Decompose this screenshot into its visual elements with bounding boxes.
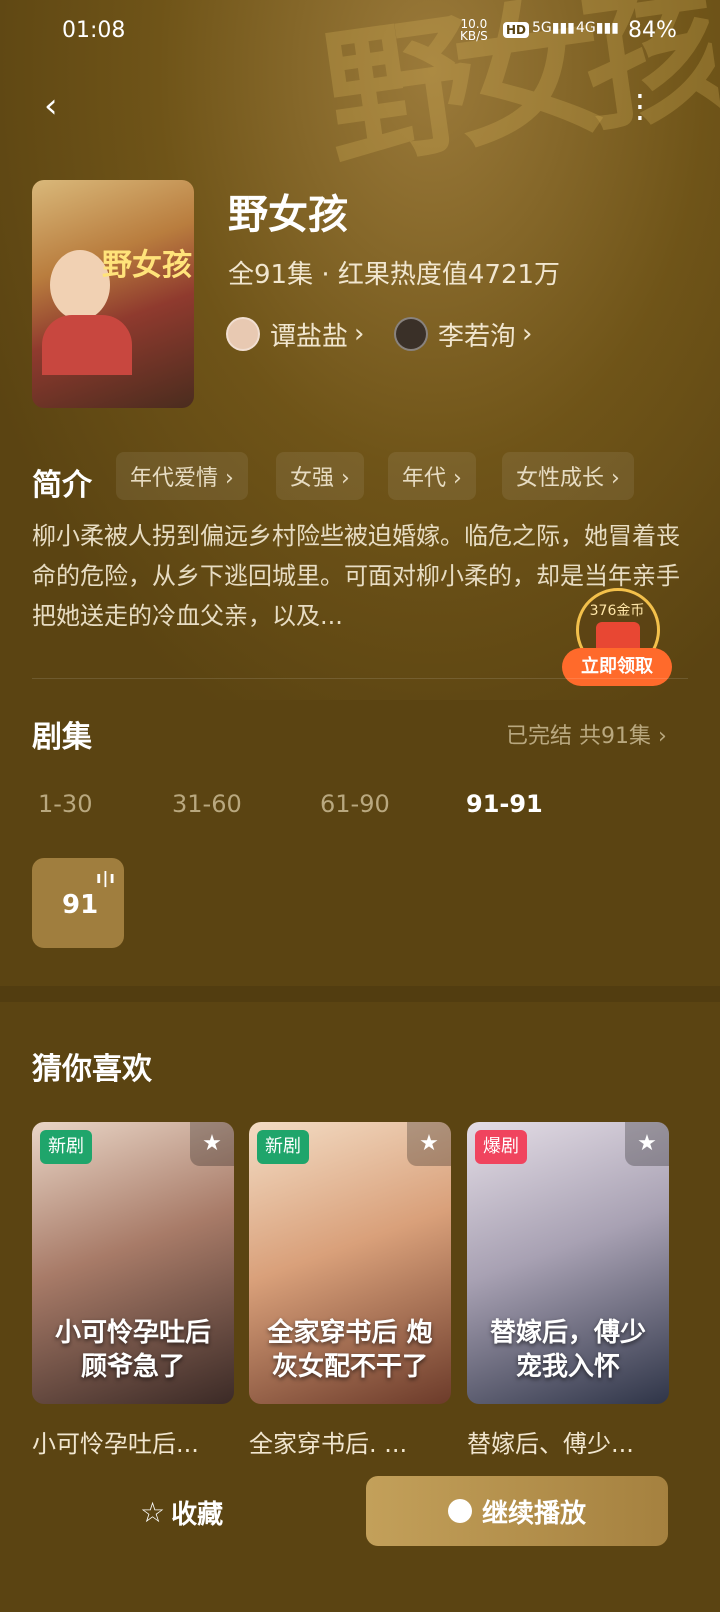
cover-caption: 小可怜孕吐后 顾爷急了 [54, 1318, 211, 1382]
drama-meta: 全91集 · 红果热度值4721万 [228, 260, 561, 290]
poster-title-art: 野女孩 [102, 248, 192, 283]
actor-name: 谭盐盐 [270, 321, 349, 352]
recommend-heading: 猜你喜欢 [32, 1052, 152, 1087]
favorite-label: 收藏 [171, 1499, 224, 1530]
episode-range-tab[interactable]: 1-30 [38, 790, 92, 818]
cover-caption: 替嫁后，傅少宠我入怀 [489, 1318, 646, 1382]
back-icon[interactable]: ‹ [44, 86, 84, 126]
continue-play-label: 继续播放 [481, 1498, 586, 1529]
chevron-right-icon: › [522, 319, 533, 349]
coin-reward-widget[interactable]: 376金币 立即领取 [562, 588, 672, 688]
hd-voice-icon: HD [503, 22, 530, 38]
star-icon[interactable]: ★ [407, 1122, 451, 1166]
episode-range-tab[interactable]: 31-60 [172, 790, 242, 818]
divider [32, 678, 688, 679]
hot-badge: 爆剧 [475, 1130, 527, 1164]
more-options-icon[interactable]: ⋮ [620, 86, 660, 126]
network-rate: 10.0 KB/S [460, 17, 488, 43]
intro-heading: 简介 [32, 468, 92, 503]
episodes-status-link[interactable]: 已完结 共91集 › [506, 718, 667, 750]
favorite-button[interactable]: ☆ 收藏 [140, 1492, 223, 1532]
poster-figure [42, 315, 132, 375]
actor-link[interactable]: 谭盐盐 › [226, 316, 364, 352]
tag-chip[interactable]: 女强 › [276, 452, 364, 500]
episode-range-tab-active[interactable]: 91-91 [466, 790, 543, 818]
recommend-title[interactable]: 全家穿书后. ... [249, 1424, 451, 1459]
signal-5g-icon: 5G▮▮▮ [532, 20, 575, 36]
star-icon[interactable]: ★ [625, 1122, 669, 1166]
section-separator [0, 986, 720, 1002]
signal-4g-icon: 4G▮▮▮ [576, 20, 619, 36]
claim-reward-button[interactable]: 立即领取 [562, 648, 672, 686]
tag-chip[interactable]: 女性成长 › [502, 452, 634, 500]
battery-level: 84% [628, 18, 677, 43]
new-badge: 新剧 [257, 1130, 309, 1164]
status-bar: 01:08 10.0 KB/S HD 5G▮▮▮ 4G▮▮▮ 84% [0, 0, 720, 64]
recommend-title[interactable]: 小可怜孕吐后... [32, 1424, 234, 1459]
chevron-right-icon: › [354, 319, 365, 349]
actor-link[interactable]: 李若洵 › [394, 316, 532, 352]
status-time: 01:08 [62, 18, 126, 43]
drama-poster: 野女孩 [32, 180, 194, 408]
recommend-title[interactable]: 替嫁后、傅少... [467, 1424, 669, 1459]
cover-caption: 全家穿书后 炮灰女配不干了 [267, 1318, 433, 1382]
episodes-heading: 剧集 [32, 720, 92, 755]
episode-number: 91 [62, 890, 99, 920]
coin-amount: 376金币 [589, 603, 645, 619]
continue-play-button[interactable]: 继续播放 [366, 1476, 668, 1546]
avatar [226, 317, 260, 351]
recommend-card[interactable]: 爆剧 ★ 替嫁后，傅少宠我入怀 [467, 1122, 669, 1404]
actor-name: 李若洵 [438, 321, 517, 352]
recommend-card[interactable]: 新剧 ★ 小可怜孕吐后 顾爷急了 [32, 1122, 234, 1404]
star-outline-icon: ☆ [140, 1495, 166, 1529]
now-playing-icon: ı|ı [96, 868, 116, 887]
star-icon[interactable]: ★ [190, 1122, 234, 1166]
drama-title: 野女孩 [228, 192, 348, 238]
poster-face [50, 250, 110, 320]
new-badge: 新剧 [40, 1130, 92, 1164]
recommend-card[interactable]: 新剧 ★ 全家穿书后 炮灰女配不干了 [249, 1122, 451, 1404]
episode-range-tab[interactable]: 61-90 [320, 790, 390, 818]
tag-chip[interactable]: 年代 › [388, 452, 476, 500]
tag-chip[interactable]: 年代爱情 › [116, 452, 248, 500]
play-icon [447, 1499, 472, 1523]
avatar [394, 317, 428, 351]
episode-tile[interactable]: ı|ı 91 [32, 858, 124, 948]
